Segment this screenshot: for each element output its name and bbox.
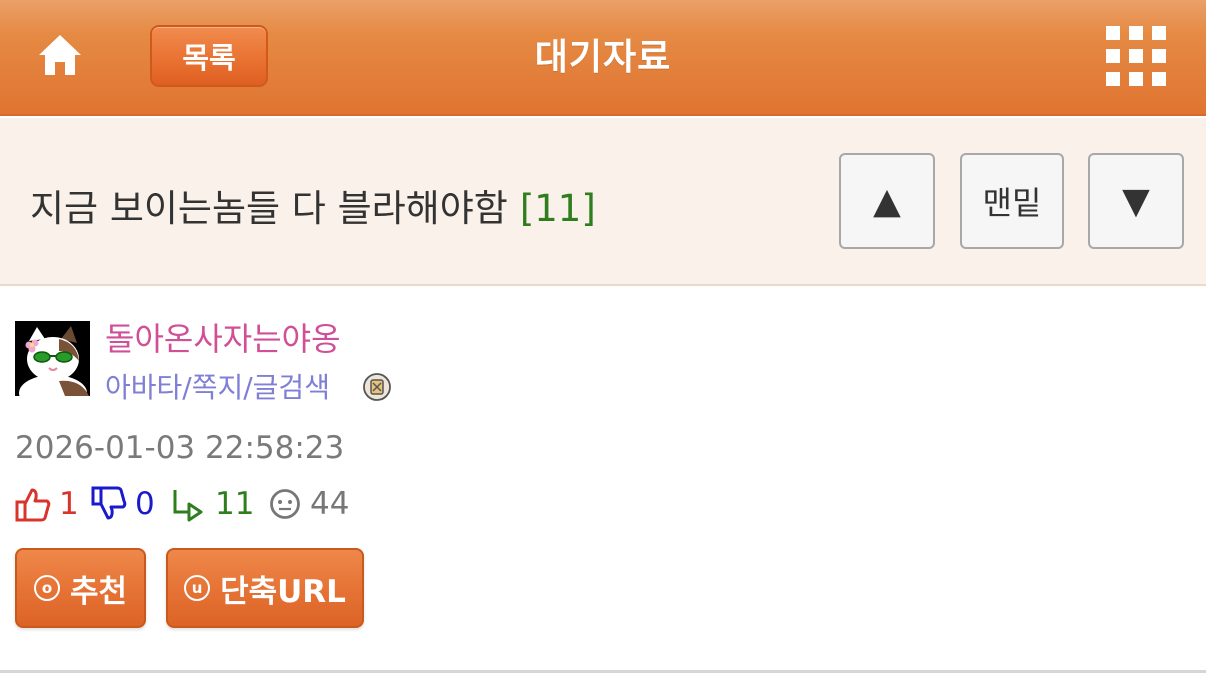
recommend-button[interactable]: o 추천 [15,548,146,628]
upvote-count: 1 [59,486,79,522]
recommend-icon: o [33,575,60,601]
short-url-icon: u [184,575,211,601]
top-bar: 목록 대기자료 [0,0,1206,116]
scroll-down-button[interactable]: ▼ [1088,153,1184,249]
reply-arrow-icon [173,490,203,522]
post-date: 2026-01-03 22:58:23 [15,430,345,466]
author-name[interactable]: 돌아온사자는야옹 [105,314,341,360]
thumbs-up-icon [15,488,51,522]
downvote-count: 0 [135,486,155,522]
page-title: 대기자료 [534,37,672,78]
bottom-divider [0,670,1206,673]
comment-count: [11] [519,187,596,230]
post-subject: 지금 보이는놈들 다 블라해야함 [11] [30,178,596,232]
comment-stat-count: 11 [215,486,255,522]
author-links[interactable]: 아바타/쪽지/글검색 [105,366,330,406]
views-count: 44 [310,486,350,522]
post-subject-text: 지금 보이는놈들 다 블라해야함 [30,187,508,230]
short-url-button[interactable]: u 단축URL [166,548,364,628]
view-face-icon [270,489,300,519]
comment-stat: 11 [171,484,254,524]
downvote-stat: 0 [91,484,155,524]
views-stat: 44 [268,484,349,524]
upvote-stat: 1 [15,484,79,524]
recommend-label: 추천 [69,573,128,610]
scroll-bottom-button[interactable]: 맨밑 [960,153,1064,249]
short-url-label: 단축URL [220,573,346,610]
grid-menu-icon[interactable] [1106,26,1166,86]
cat-avatar-icon[interactable] [15,321,90,411]
level-badge-icon [362,372,392,402]
thumbs-down-icon [91,486,127,520]
scroll-up-button[interactable]: ▲ [839,153,935,249]
